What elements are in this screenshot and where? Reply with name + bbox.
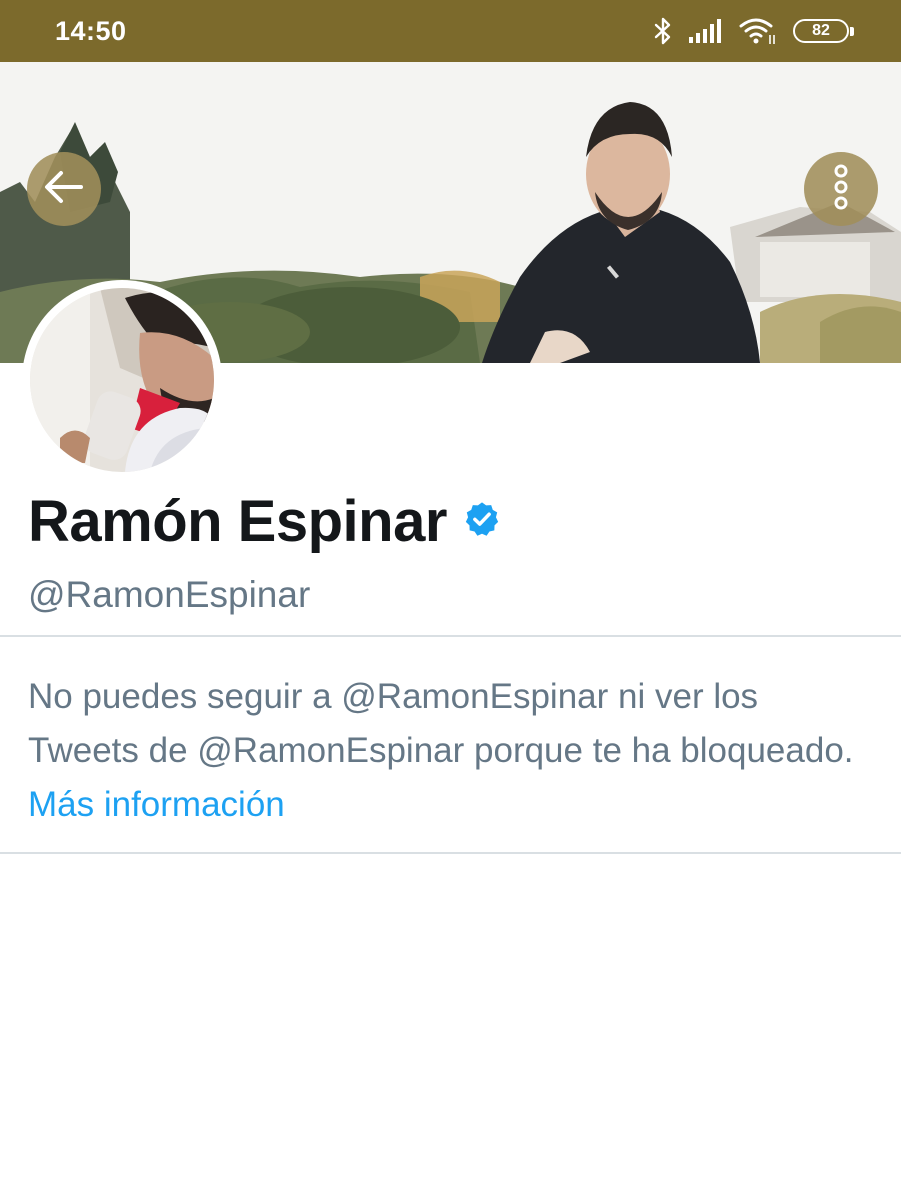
status-time: 14:50	[55, 15, 127, 46]
back-button[interactable]	[27, 152, 101, 226]
bluetooth-icon	[653, 17, 673, 45]
battery-level: 82	[812, 22, 830, 39]
status-icons: 82	[653, 17, 854, 45]
avatar[interactable]	[22, 280, 222, 480]
signal-icon	[689, 19, 723, 43]
divider	[0, 635, 901, 637]
divider	[0, 852, 901, 854]
display-name: Ramón Espinar	[28, 489, 447, 554]
user-handle: @RamonEspinar	[28, 574, 311, 615]
more-options-button[interactable]	[804, 152, 878, 226]
status-bar: 14:50 82	[0, 0, 901, 62]
battery-icon: 82	[793, 19, 854, 43]
more-vertical-icon	[831, 163, 851, 216]
wifi-icon	[739, 17, 777, 45]
more-info-link[interactable]: Más información	[28, 785, 285, 824]
blocked-message: No puedes seguir a @RamonEspinar ni ver …	[28, 677, 854, 770]
blocked-notice: No puedes seguir a @RamonEspinar ni ver …	[28, 670, 858, 832]
verified-badge-icon	[463, 500, 501, 543]
avatar-image	[30, 288, 214, 472]
display-name-row: Ramón Espinar	[28, 488, 501, 555]
arrow-left-icon	[43, 170, 85, 209]
